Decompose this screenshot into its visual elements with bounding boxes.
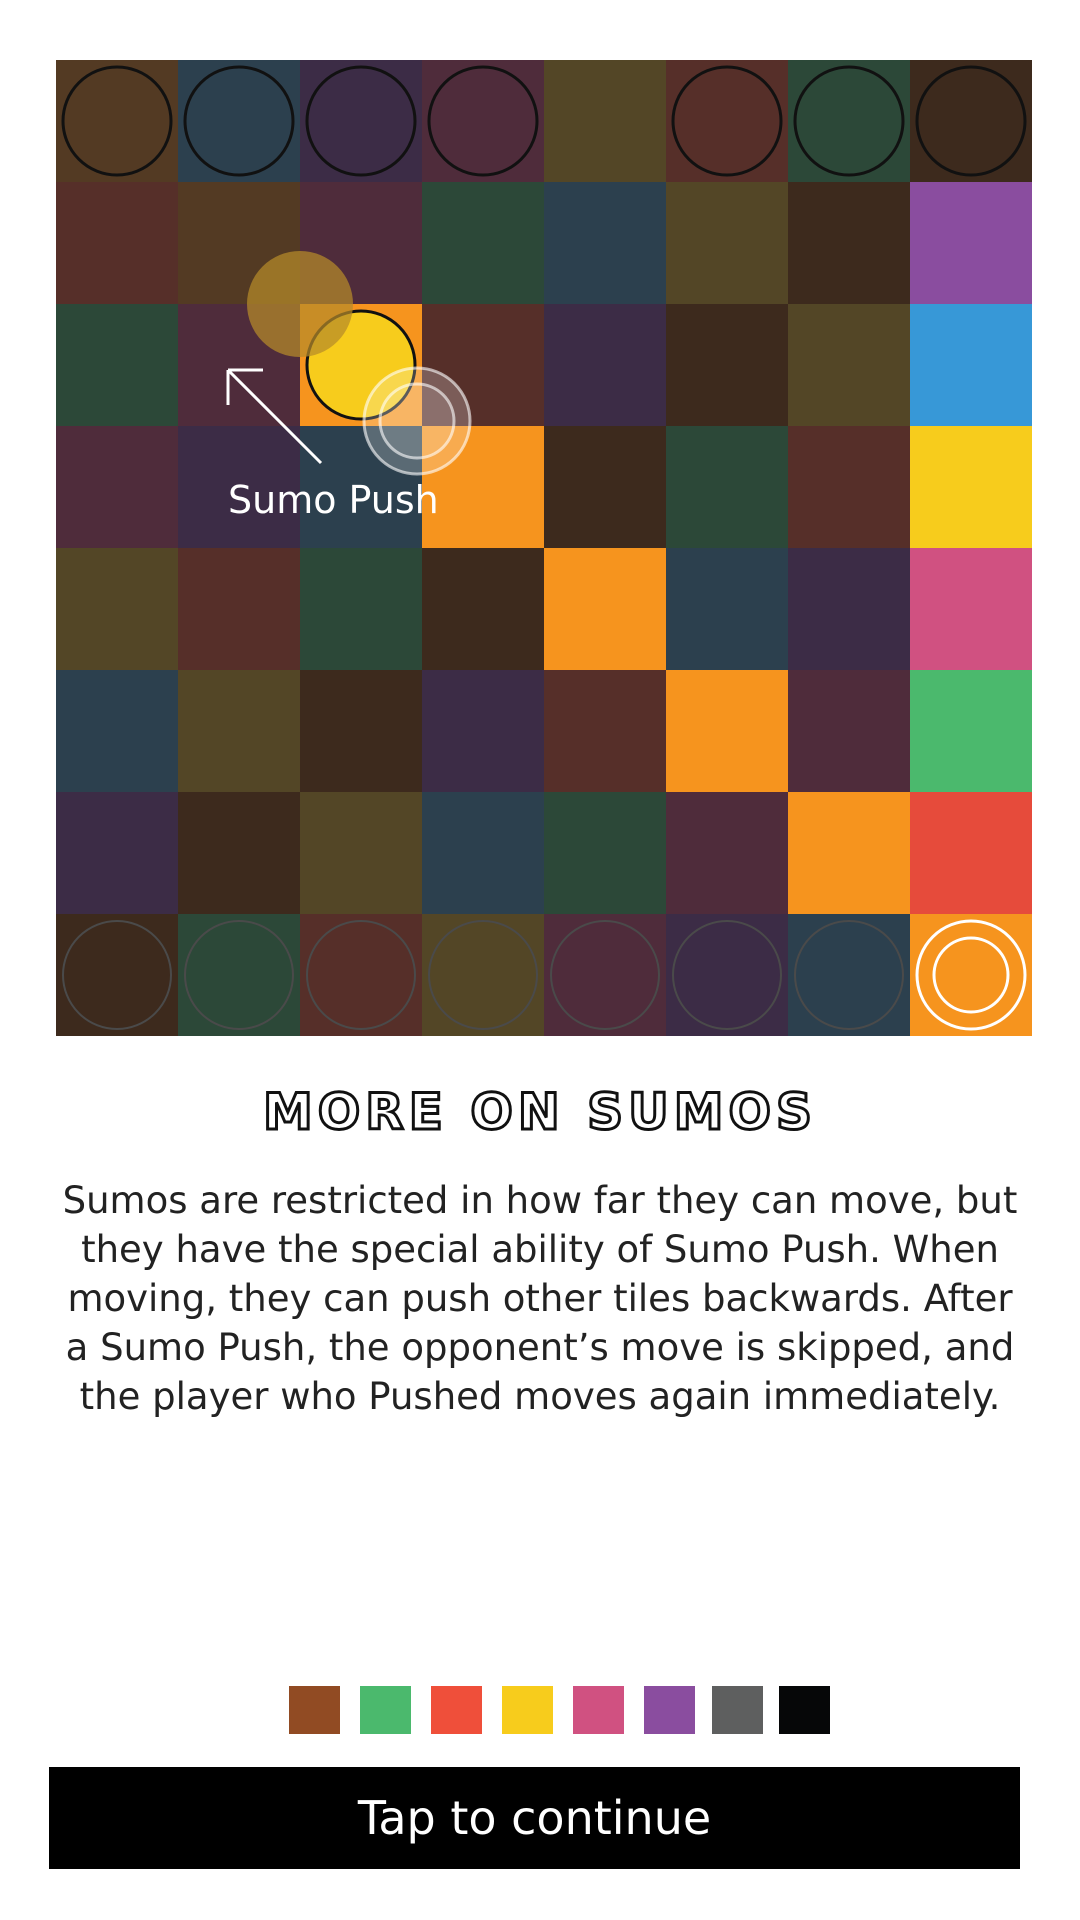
color-swatch[interactable] <box>712 1686 763 1734</box>
board-tile[interactable] <box>300 792 422 914</box>
board-tile[interactable] <box>544 182 666 304</box>
board-tile[interactable] <box>178 548 300 670</box>
color-swatch[interactable] <box>431 1686 482 1734</box>
game-board[interactable] <box>56 60 1032 1036</box>
color-swatch[interactable] <box>644 1686 695 1734</box>
color-swatch[interactable] <box>779 1686 830 1734</box>
page-title: MORE ON SUMOS <box>262 1082 817 1143</box>
board-tile[interactable] <box>422 914 544 1036</box>
board-tile[interactable] <box>178 792 300 914</box>
board-tile[interactable] <box>910 60 1032 182</box>
board-tile[interactable] <box>910 914 1032 1036</box>
board-tile[interactable] <box>56 792 178 914</box>
board-tile[interactable] <box>300 60 422 182</box>
game-board-area[interactable]: Sumo Push <box>56 60 1032 1036</box>
board-tile[interactable] <box>56 670 178 792</box>
board-tile[interactable] <box>544 304 666 426</box>
board-tile[interactable] <box>788 670 910 792</box>
board-tile[interactable] <box>422 60 544 182</box>
board-tile[interactable] <box>178 670 300 792</box>
board-tile[interactable] <box>544 426 666 548</box>
moving-piece[interactable] <box>305 309 417 421</box>
board-tile[interactable] <box>178 60 300 182</box>
board-tile[interactable] <box>544 60 666 182</box>
board-tile[interactable] <box>422 304 544 426</box>
board-tile[interactable] <box>666 670 788 792</box>
board-tile[interactable] <box>56 304 178 426</box>
board-tile[interactable] <box>666 792 788 914</box>
board-tile[interactable] <box>910 792 1032 914</box>
board-tile[interactable] <box>788 182 910 304</box>
board-tile[interactable] <box>422 548 544 670</box>
board-tile[interactable] <box>56 182 178 304</box>
board-tile[interactable] <box>56 426 178 548</box>
player-color-swatches <box>0 1686 1080 1736</box>
board-tile[interactable] <box>56 548 178 670</box>
board-tile[interactable] <box>788 426 910 548</box>
board-tile[interactable] <box>544 792 666 914</box>
board-tile[interactable] <box>56 60 178 182</box>
board-tile[interactable] <box>178 182 300 304</box>
color-swatch[interactable] <box>289 1686 340 1734</box>
board-tile[interactable] <box>56 914 178 1036</box>
board-tile[interactable] <box>910 304 1032 426</box>
board-tile[interactable] <box>910 548 1032 670</box>
board-tile[interactable] <box>666 914 788 1036</box>
color-swatch[interactable] <box>360 1686 411 1734</box>
color-swatch[interactable] <box>573 1686 624 1734</box>
board-tile[interactable] <box>910 426 1032 548</box>
board-tile[interactable] <box>544 914 666 1036</box>
board-tile[interactable] <box>788 548 910 670</box>
board-tile[interactable] <box>178 304 300 426</box>
board-tile[interactable] <box>788 60 910 182</box>
board-tile[interactable] <box>788 914 910 1036</box>
board-tile[interactable] <box>422 426 544 548</box>
board-tile[interactable] <box>666 426 788 548</box>
color-swatch[interactable] <box>502 1686 553 1734</box>
board-tile[interactable] <box>422 182 544 304</box>
tutorial-description: Sumos are restricted in how far they can… <box>62 1179 1018 1418</box>
board-tile[interactable] <box>422 670 544 792</box>
board-tile[interactable] <box>300 914 422 1036</box>
board-tile[interactable] <box>544 670 666 792</box>
board-tile[interactable] <box>422 792 544 914</box>
board-tile[interactable] <box>788 792 910 914</box>
tap-to-continue-button[interactable]: Tap to continue <box>49 1767 1020 1869</box>
board-tile[interactable] <box>300 670 422 792</box>
board-tile[interactable] <box>910 182 1032 304</box>
board-tile[interactable] <box>666 304 788 426</box>
board-tile[interactable] <box>544 548 666 670</box>
board-tile[interactable] <box>666 548 788 670</box>
board-tile[interactable] <box>178 914 300 1036</box>
board-tile[interactable] <box>666 60 788 182</box>
board-tile[interactable] <box>300 182 422 304</box>
board-tile[interactable] <box>666 182 788 304</box>
board-tile[interactable] <box>788 304 910 426</box>
board-tile[interactable] <box>910 670 1032 792</box>
sumo-push-label: Sumo Push <box>228 478 439 522</box>
board-tile[interactable] <box>300 548 422 670</box>
